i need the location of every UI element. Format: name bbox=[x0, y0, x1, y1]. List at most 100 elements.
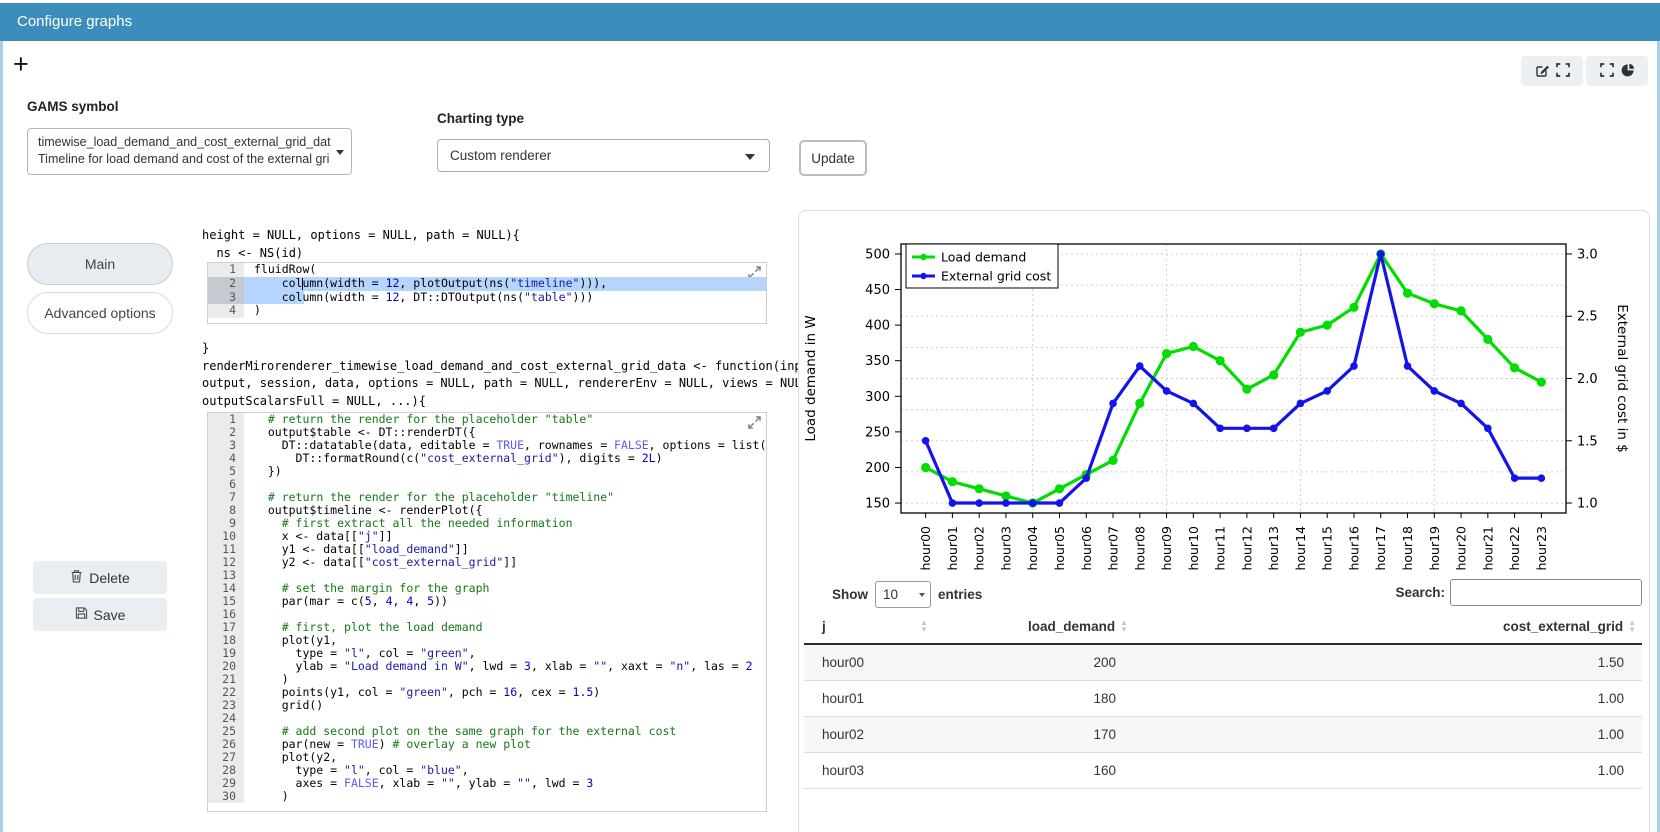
code-line[interactable]: 10 x <- data[["j"]] bbox=[208, 530, 766, 543]
data-table: Show 10 entries Search: j ▲▼ bbox=[804, 577, 1642, 789]
svg-text:1.5: 1.5 bbox=[1577, 434, 1598, 449]
svg-text:hour17: hour17 bbox=[1373, 526, 1388, 571]
svg-text:250: 250 bbox=[865, 425, 890, 440]
code-line[interactable]: 26 par(new = TRUE) # overlay a new plot bbox=[208, 738, 766, 751]
gams-symbol-select[interactable]: timewise_load_demand_and_cost_external_g… bbox=[27, 128, 352, 175]
table-row[interactable]: hour031601.00 bbox=[804, 753, 1642, 789]
code-line[interactable]: 28 type = "l", col = "blue", bbox=[208, 764, 766, 777]
table-cell[interactable]: hour03 bbox=[804, 763, 934, 778]
code-line[interactable]: 9 # first extract all the needed informa… bbox=[208, 517, 766, 530]
code-line[interactable]: 24 bbox=[208, 712, 766, 725]
table-cell[interactable]: 180 bbox=[934, 691, 1134, 706]
update-button[interactable]: Update bbox=[799, 140, 867, 176]
svg-text:hour11: hour11 bbox=[1213, 526, 1228, 571]
delete-button[interactable]: Delete bbox=[33, 561, 167, 594]
code-line[interactable]: 20 ylab = "Load demand in W", lwd = 3, x… bbox=[208, 660, 766, 673]
code-line[interactable]: 16 bbox=[208, 608, 766, 621]
code-line[interactable]: 29 axes = FALSE, xlab = "", ylab = "", l… bbox=[208, 777, 766, 790]
table-cell[interactable]: hour02 bbox=[804, 727, 934, 742]
code-line[interactable]: 23 grid() bbox=[208, 699, 766, 712]
table-row[interactable]: hour011801.00 bbox=[804, 681, 1642, 717]
table-search-control: Search: bbox=[1395, 579, 1642, 606]
save-button[interactable]: Save bbox=[33, 598, 167, 631]
code-line[interactable]: 13 bbox=[208, 569, 766, 582]
svg-text:hour22: hour22 bbox=[1507, 526, 1522, 571]
code-line[interactable]: 6 bbox=[208, 478, 766, 491]
table-cell[interactable]: 1.00 bbox=[1134, 691, 1642, 706]
code-line[interactable]: 18 plot(y1, bbox=[208, 634, 766, 647]
edit-code-fullscreen-button[interactable] bbox=[1521, 56, 1583, 86]
code-line[interactable]: 19 type = "l", col = "green", bbox=[208, 647, 766, 660]
code-line[interactable]: 8 output$timeline <- renderPlot({ bbox=[208, 504, 766, 517]
table-cell[interactable]: hour00 bbox=[804, 655, 934, 670]
table-cell[interactable]: 200 bbox=[934, 655, 1134, 670]
code-line[interactable]: 27 plot(y2, bbox=[208, 751, 766, 764]
svg-text:hour00: hour00 bbox=[918, 526, 933, 571]
code-line[interactable]: 3 DT::datatable(data, editable = TRUE, r… bbox=[208, 439, 766, 452]
renderer-code-preamble: height = NULL, options = NULL, path = NU… bbox=[202, 227, 520, 262]
svg-text:hour07: hour07 bbox=[1106, 526, 1121, 571]
code-line[interactable]: 21 ) bbox=[208, 673, 766, 686]
svg-text:2.0: 2.0 bbox=[1577, 372, 1598, 387]
svg-text:450: 450 bbox=[865, 283, 890, 298]
column-header-load-demand[interactable]: load_demand ▲▼ bbox=[934, 619, 1134, 634]
show-label: Show bbox=[832, 587, 868, 602]
column-header-j[interactable]: j ▲▼ bbox=[804, 619, 934, 634]
page-length-select[interactable]: 10 bbox=[875, 581, 931, 608]
code-line[interactable]: 15 par(mar = c(5, 4, 4, 5)) bbox=[208, 595, 766, 608]
save-button-label: Save bbox=[94, 607, 126, 623]
code-line[interactable]: 3 column(width = 12, DT::DTOutput(ns("ta… bbox=[208, 291, 766, 305]
chevron-down-icon bbox=[745, 154, 755, 160]
sort-icon: ▲▼ bbox=[920, 619, 928, 633]
tab-main[interactable]: Main bbox=[27, 243, 173, 285]
chart-fullscreen-button[interactable] bbox=[1586, 56, 1648, 86]
column-header-cost-external-grid[interactable]: cost_external_grid ▲▼ bbox=[1134, 619, 1642, 634]
add-graph-button[interactable]: + bbox=[13, 50, 29, 78]
code-line[interactable]: 14 # set the margin for the graph bbox=[208, 582, 766, 595]
search-label: Search: bbox=[1395, 585, 1445, 600]
pie-chart-icon bbox=[1621, 63, 1635, 80]
svg-text:hour16: hour16 bbox=[1346, 526, 1361, 571]
render-code-editor[interactable]: 1 # return the render for the placeholde… bbox=[207, 412, 767, 812]
code-line[interactable]: 2 column(width = 12, plotOutput(ns("time… bbox=[208, 277, 766, 291]
svg-text:1.0: 1.0 bbox=[1577, 497, 1598, 512]
table-cell[interactable]: 160 bbox=[934, 763, 1134, 778]
ui-code-editor[interactable]: 1fluidRow(2 column(width = 12, plotOutpu… bbox=[207, 262, 767, 324]
expand-icon bbox=[1600, 63, 1614, 80]
header-toolbar bbox=[1521, 56, 1648, 86]
sort-icon: ▲▼ bbox=[1120, 619, 1128, 633]
search-input[interactable] bbox=[1450, 579, 1642, 606]
code-line[interactable]: 30 ) bbox=[208, 790, 766, 803]
code-line[interactable]: 25 # add second plot on the same graph f… bbox=[208, 725, 766, 738]
table-row[interactable]: hour021701.00 bbox=[804, 717, 1642, 753]
svg-text:hour19: hour19 bbox=[1427, 526, 1442, 571]
svg-text:hour15: hour15 bbox=[1320, 526, 1335, 571]
table-row[interactable]: hour002001.50 bbox=[804, 645, 1642, 681]
code-line[interactable]: 11 y1 <- data[["load_demand"]] bbox=[208, 543, 766, 556]
code-line[interactable]: 7 # return the render for the placeholde… bbox=[208, 491, 766, 504]
tab-advanced-options-label: Advanced options bbox=[44, 305, 155, 321]
code-line[interactable]: 2 output$table <- DT::renderDT({ bbox=[208, 426, 766, 439]
table-cell[interactable]: 1.00 bbox=[1134, 727, 1642, 742]
code-line[interactable]: 22 points(y1, col = "green", pch = 16, c… bbox=[208, 686, 766, 699]
code-line[interactable]: 12 y2 <- data[["cost_external_grid"]] bbox=[208, 556, 766, 569]
code-line[interactable]: 5 }) bbox=[208, 465, 766, 478]
code-line[interactable]: 4 DT::formatRound(c("cost_external_grid"… bbox=[208, 452, 766, 465]
code-line[interactable]: 17 # first, plot the load demand bbox=[208, 621, 766, 634]
table-cell[interactable]: hour01 bbox=[804, 691, 934, 706]
trash-icon bbox=[70, 569, 83, 586]
code-line[interactable]: 1 # return the render for the placeholde… bbox=[208, 413, 766, 426]
code-line[interactable]: 1fluidRow( bbox=[208, 263, 766, 277]
charting-type-select[interactable]: Custom renderer bbox=[437, 139, 770, 172]
edit-icon bbox=[1535, 63, 1549, 80]
tab-advanced-options[interactable]: Advanced options bbox=[27, 292, 173, 334]
svg-text:hour23: hour23 bbox=[1534, 526, 1549, 571]
code-line[interactable]: 4) bbox=[208, 304, 766, 318]
svg-text:300: 300 bbox=[865, 390, 890, 405]
svg-text:350: 350 bbox=[865, 354, 890, 369]
table-cell[interactable]: 1.50 bbox=[1134, 655, 1642, 670]
table-cell[interactable]: 1.00 bbox=[1134, 763, 1642, 778]
preview-panel: 1502002503003504004505001.01.52.02.53.0h… bbox=[798, 210, 1650, 832]
table-cell[interactable]: 170 bbox=[934, 727, 1134, 742]
svg-text:hour04: hour04 bbox=[1025, 526, 1040, 571]
